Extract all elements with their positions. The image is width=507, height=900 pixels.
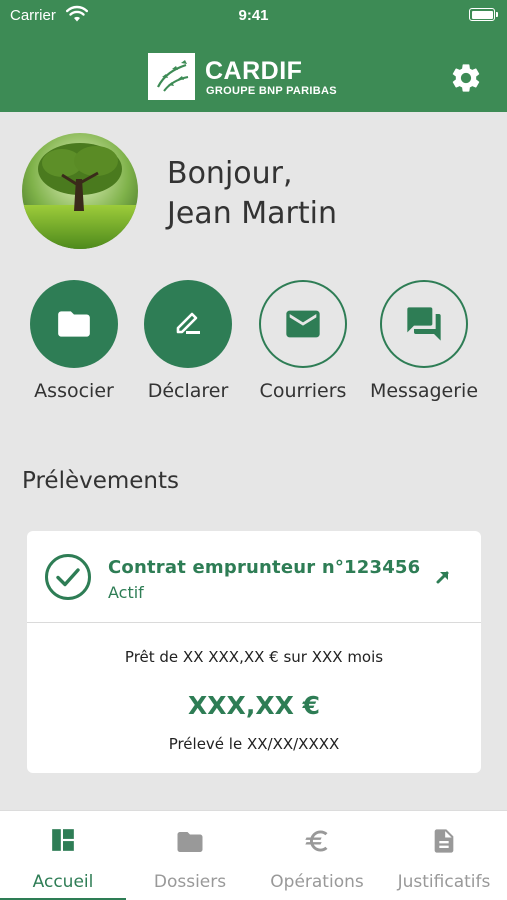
loan-details: Prêt de XX XXX,XX € sur XXX mois (124, 648, 384, 666)
tab-dossiers-label: Dossiers (153, 872, 227, 892)
associer-button[interactable]: Associer (14, 280, 134, 402)
tab-bar: Accueil Dossiers Opérations Justificatif… (0, 810, 507, 900)
chat-icon (407, 307, 441, 341)
associer-label: Associer (34, 380, 114, 402)
tab-justificatifs[interactable]: Justificatifs (381, 811, 507, 900)
gear-icon[interactable] (449, 61, 483, 95)
brand-name: CARDIF (205, 57, 303, 85)
greeting-line1: Bonjour, (167, 156, 293, 191)
status-bar: Carrier 9:41 (0, 0, 507, 32)
edit-icon (176, 312, 200, 334)
contract-card: Contrat emprunteur n°123456 Actif Prêt d… (27, 531, 481, 773)
debit-amount: XXX,XX € (188, 691, 320, 720)
battery-icon (469, 8, 498, 21)
folder-icon (177, 832, 203, 852)
check-circle-icon (45, 554, 91, 600)
user-name: Jean Martin (167, 196, 337, 231)
contract-title: Contrat emprunteur n°123456 (108, 557, 421, 578)
dashboard-icon (52, 829, 74, 851)
app-header: Carrier 9:41 CARDIF GROUPE BNP PARIBAS (0, 0, 507, 112)
tab-operations-label: Opérations (270, 872, 364, 892)
folder-icon (58, 311, 90, 337)
messagerie-label: Messagerie (369, 380, 479, 402)
tab-dossiers[interactable]: Dossiers (127, 811, 253, 900)
status-time: 9:41 (238, 7, 269, 24)
contract-header[interactable]: Contrat emprunteur n°123456 Actif (27, 531, 481, 623)
euro-icon (305, 830, 328, 852)
debit-date: Prélevé le XX/XX/XXXX (168, 735, 340, 753)
brand-subtitle: GROUPE BNP PARIBAS (206, 85, 337, 97)
section-title: Prélèvements (22, 468, 180, 494)
tab-operations[interactable]: Opérations (254, 811, 380, 900)
external-arrow-icon (436, 571, 449, 584)
avatar (22, 133, 138, 249)
tab-accueil-label: Accueil (32, 872, 94, 892)
tab-justificatifs-label: Justificatifs (397, 872, 491, 892)
messagerie-button[interactable]: Messagerie (364, 280, 484, 402)
logo-mark (148, 53, 195, 100)
cardif-logo: CARDIF GROUPE BNP PARIBAS (148, 53, 360, 101)
declarer-button[interactable]: Déclarer (128, 280, 248, 402)
courriers-label: Courriers (259, 380, 347, 402)
contract-status: Actif (108, 583, 144, 602)
tab-accueil[interactable]: Accueil (0, 811, 126, 900)
declarer-label: Déclarer (147, 380, 229, 402)
greeting: Bonjour, Jean Martin (167, 154, 337, 234)
document-icon (434, 829, 454, 853)
courriers-button[interactable]: Courriers (243, 280, 363, 402)
mail-icon (286, 310, 320, 338)
